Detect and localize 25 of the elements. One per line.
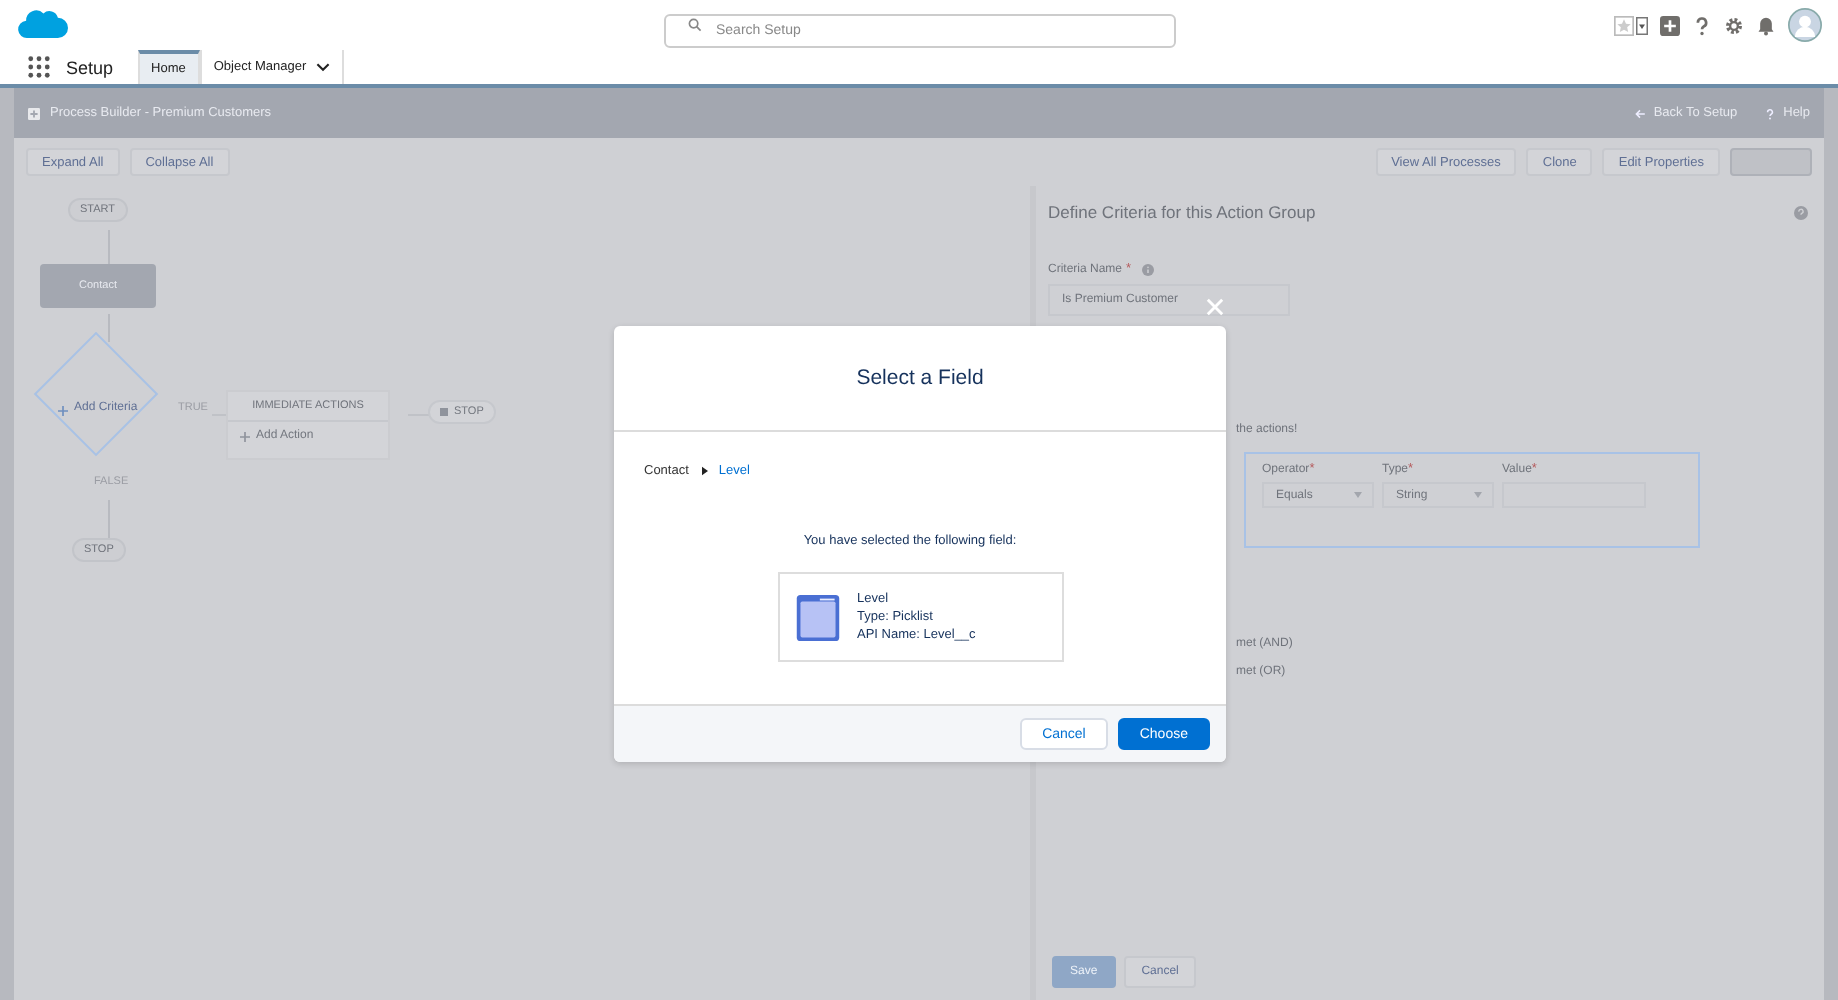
avatar-icon[interactable]: [1788, 8, 1822, 42]
help-icon[interactable]: [1692, 15, 1712, 35]
app-name: Setup: [66, 57, 114, 77]
plus-icon: [58, 406, 68, 416]
add-icon[interactable]: [1660, 15, 1680, 35]
chevron-icon: [316, 62, 331, 72]
caret-icon: [1354, 492, 1362, 498]
star-icon[interactable]: [1614, 15, 1634, 35]
close-icon[interactable]: [1206, 298, 1224, 316]
panel-title: Define Criteria for this Action Group: [1048, 202, 1316, 222]
caret-icon: [1474, 492, 1482, 498]
cloud-logo-icon[interactable]: [16, 6, 68, 44]
settings-icon[interactable]: [1724, 15, 1744, 35]
caret-icon[interactable]: [1636, 15, 1648, 35]
dialog-title: Select a Field: [856, 366, 984, 390]
app-launcher-icon[interactable]: [28, 56, 50, 78]
bell-icon[interactable]: [1756, 15, 1776, 35]
folder-icon: [793, 593, 841, 641]
plus-icon: [240, 431, 250, 441]
search-icon: [688, 18, 702, 32]
arrow-left-icon: [1633, 107, 1646, 119]
info-icon[interactable]: [1141, 263, 1154, 275]
triangle-right-icon: [702, 466, 709, 476]
stop-square-icon: [440, 408, 448, 416]
help-icon: [1763, 107, 1776, 119]
